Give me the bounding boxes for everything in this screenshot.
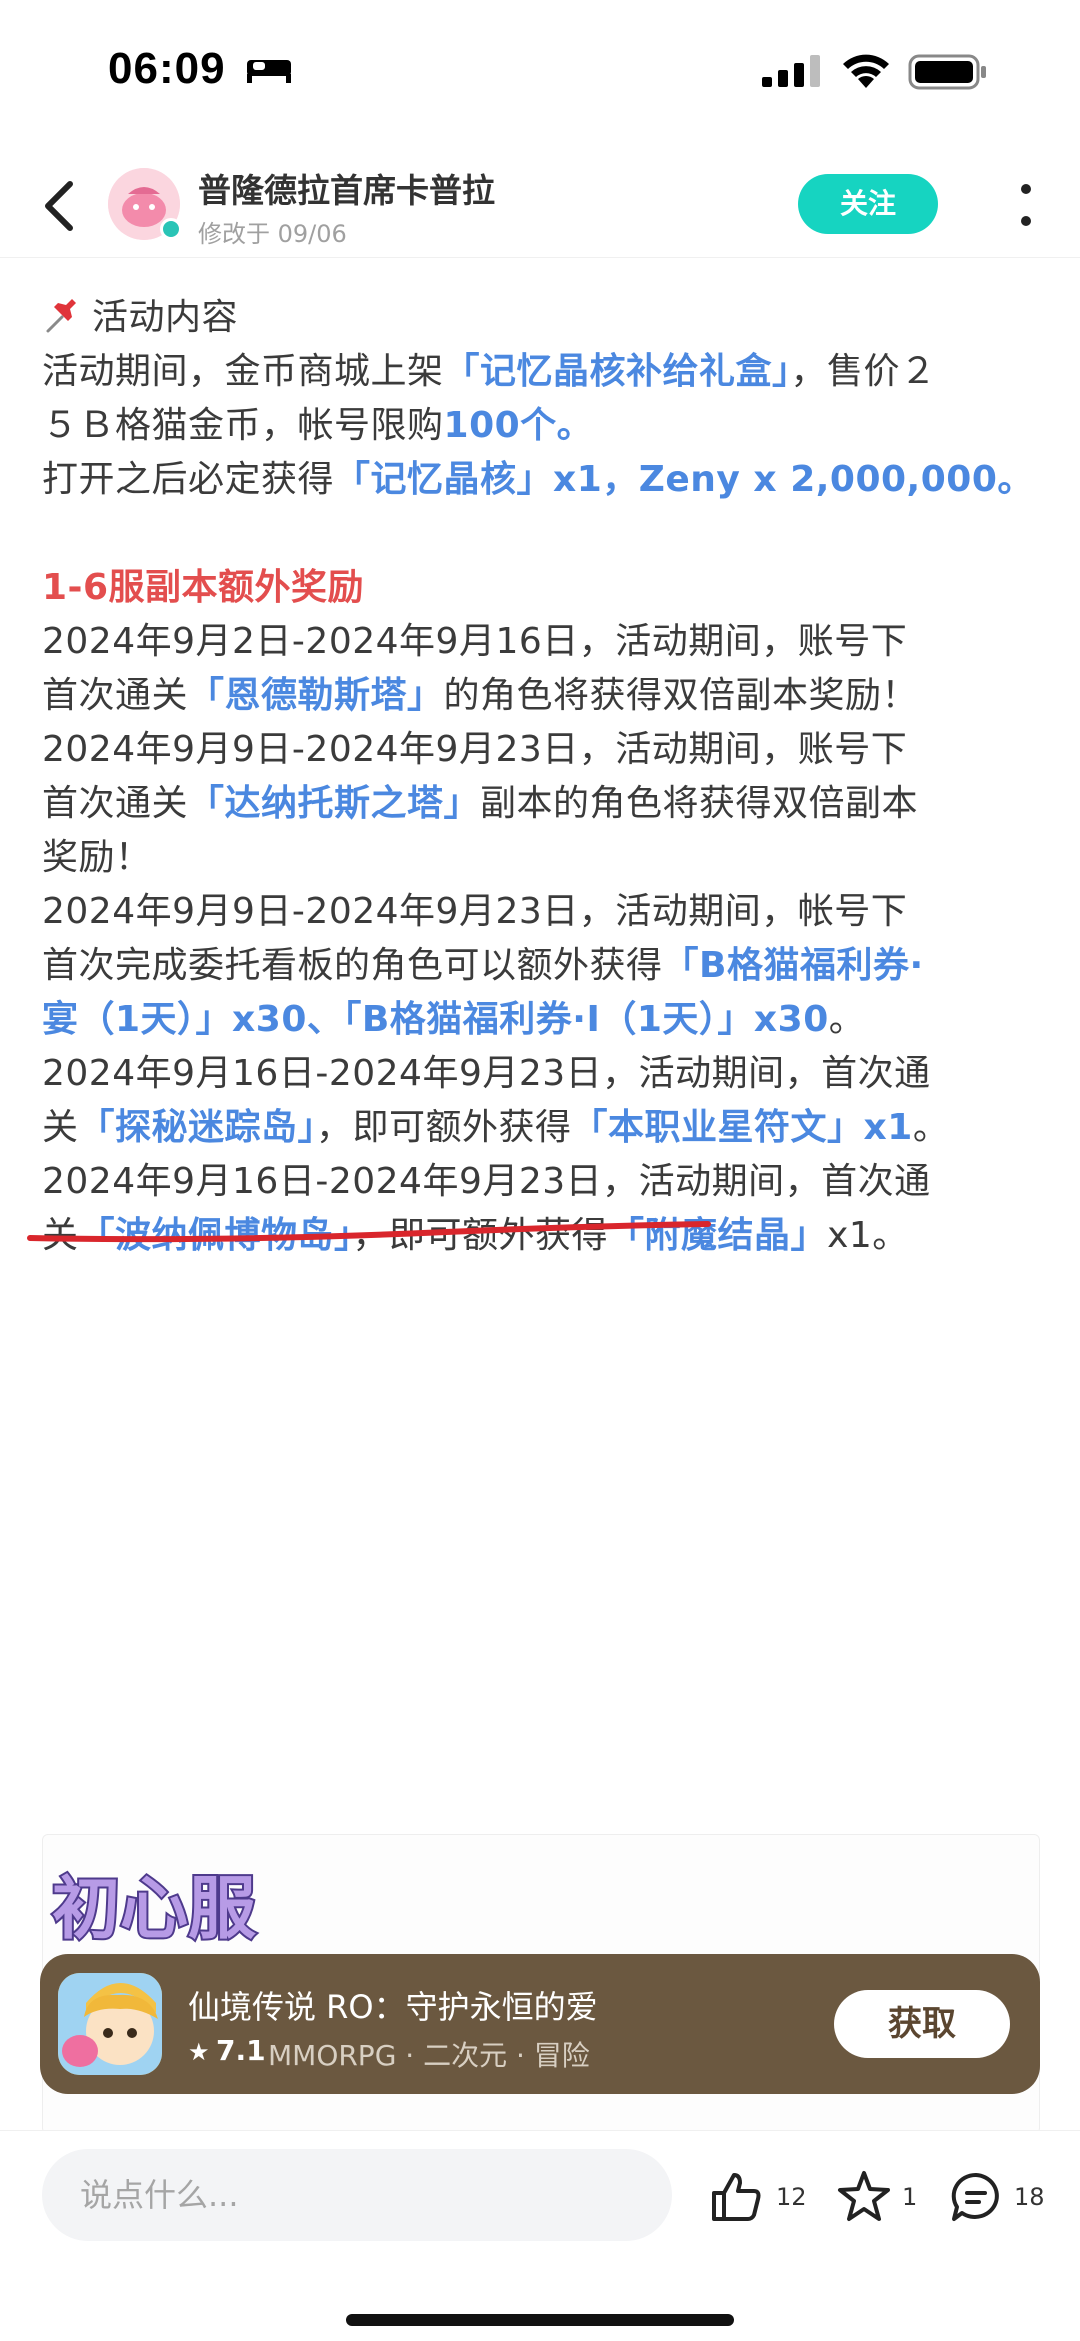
favorite-count: 1 bbox=[902, 2183, 918, 2211]
highlight-text: 100个。 bbox=[443, 405, 594, 446]
star-rating-icon: ★ bbox=[188, 2038, 210, 2066]
text-span: 关 bbox=[42, 1107, 79, 1148]
verified-badge-icon bbox=[160, 218, 182, 240]
paragraph-line: 2024年9月16日-2024年9月23日，活动期间，首次通 bbox=[42, 1053, 931, 1094]
author-avatar[interactable] bbox=[108, 168, 182, 240]
text-span: 副本的角色将获得双倍副本 bbox=[480, 783, 919, 824]
like-count: 12 bbox=[776, 2183, 807, 2211]
game-app-icon bbox=[58, 1973, 162, 2075]
banner-logo-art: 初心服 bbox=[50, 1868, 258, 1950]
home-indicator[interactable] bbox=[346, 2314, 734, 2326]
red-underline-annotation bbox=[27, 1221, 711, 1243]
wifi-icon bbox=[843, 54, 889, 88]
modified-date: 修改于 09/06 bbox=[198, 220, 347, 248]
paragraph-line: ５Ｂ格猫金币，帐号限购100个。 bbox=[42, 400, 593, 452]
paragraph-line: 奖励！ bbox=[42, 837, 152, 878]
item-link[interactable]: 宴（1天）」x30、「B格猫福利券·I（1天）」x30 bbox=[42, 999, 829, 1040]
paragraph-line: 2024年9月2日-2024年9月16日，活动期间，账号下 bbox=[42, 621, 908, 662]
get-app-button[interactable]: 获取 bbox=[834, 1990, 1010, 2058]
section-heading: 活动内容 bbox=[42, 292, 238, 344]
pushpin-icon bbox=[46, 299, 76, 333]
game-app-rating: 7.1 bbox=[216, 2034, 266, 2067]
text-span: 打开之后必定获得 bbox=[42, 459, 335, 500]
more-options-icon[interactable] bbox=[1014, 182, 1038, 228]
text-span: 首次通关 bbox=[42, 783, 189, 824]
comment-count: 18 bbox=[1014, 2183, 1045, 2211]
back-arrow-icon[interactable] bbox=[36, 176, 84, 236]
paragraph-line: 首次通关「达纳托斯之塔」副本的角色将获得双倍副本 bbox=[42, 778, 918, 830]
game-app-tags: MMORPG · 二次元 · 冒险 bbox=[268, 2039, 590, 2072]
paragraph-line: 活动期间，金币商城上架「记忆晶核补给礼盒」，售价２ bbox=[42, 346, 937, 398]
paragraph-line: 关「探秘迷踪岛」，即可额外获得「本职业星符文」x1。 bbox=[42, 1102, 949, 1154]
dungeon-link[interactable]: 「探秘迷踪岛」 bbox=[79, 1107, 317, 1148]
section-title: 活动内容 bbox=[92, 297, 239, 338]
thumbs-up-icon bbox=[712, 2173, 761, 2221]
paragraph-line: 宴（1天）」x30、「B格猫福利券·I（1天）」x30。 bbox=[42, 994, 865, 1046]
text-span: 首次完成委托看板的角色可以额外获得 bbox=[42, 945, 663, 986]
status-time: 06:09 bbox=[108, 44, 226, 93]
banner-art-text: 初心服 bbox=[52, 1870, 256, 1949]
sleep-mode-icon bbox=[247, 60, 291, 83]
paragraph-line: 首次通关「恩德勒斯塔」的角色将获得双倍副本奖励！ bbox=[42, 670, 918, 722]
item-link[interactable]: 「记忆晶核补给礼盒」 bbox=[444, 351, 791, 392]
comment-button[interactable]: 18 bbox=[948, 2169, 1048, 2225]
follow-button[interactable]: 关注 bbox=[798, 174, 938, 234]
cellular-signal-icon bbox=[762, 55, 820, 87]
battery-icon bbox=[908, 54, 986, 90]
dungeon-link[interactable]: 「达纳托斯之塔」 bbox=[188, 783, 480, 824]
comment-input[interactable] bbox=[42, 2149, 672, 2241]
post-header: 普隆德拉首席卡普拉 修改于 09/06 关注 bbox=[0, 150, 1080, 258]
text-span: 首次通关 bbox=[42, 675, 189, 716]
item-link[interactable]: 「B格猫福利券· bbox=[663, 945, 924, 986]
status-bar: 06:09 bbox=[0, 0, 1080, 150]
game-app-card[interactable]: 仙境传说 RO：守护永恒的爱 ★ 7.1 MMORPG · 二次元 · 冒险 获… bbox=[40, 1954, 1040, 2094]
text-span: 的角色将获得双倍副本奖励！ bbox=[443, 675, 919, 716]
text-span: 活动期间，金币商城上架 bbox=[42, 351, 444, 392]
game-app-name: 仙境传说 RO：守护永恒的爱 bbox=[188, 1988, 598, 2026]
paragraph-line: 2024年9月9日-2024年9月23日，活动期间，账号下 bbox=[42, 729, 908, 770]
paragraph-line: 打开之后必定获得「记忆晶核」x1，Zeny x 2,000,000。 bbox=[42, 454, 1034, 506]
text-span: 。 bbox=[828, 999, 866, 1040]
dungeon-link[interactable]: 「恩德勒斯塔」 bbox=[188, 675, 444, 716]
item-link[interactable]: 「本职业星符文」x1 bbox=[572, 1107, 913, 1148]
text-span: ，即可额外获得 bbox=[316, 1107, 572, 1148]
text-span: 。 bbox=[912, 1107, 950, 1148]
paragraph-line: 首次完成委托看板的角色可以额外获得「B格猫福利券· bbox=[42, 940, 924, 992]
favorite-button[interactable]: 1 bbox=[836, 2169, 918, 2225]
comment-bubble-icon bbox=[951, 2172, 999, 2221]
item-link[interactable]: 「记忆晶核」x1，Zeny x 2,000,000。 bbox=[334, 459, 1034, 500]
author-name[interactable]: 普隆德拉首席卡普拉 bbox=[198, 164, 495, 212]
text-span: ５Ｂ格猫金币，帐号限购 bbox=[42, 405, 444, 446]
text-span: ，售价２ bbox=[790, 351, 937, 392]
bonus-section-title: 1-6服副本额外奖励 bbox=[42, 567, 365, 608]
text-span: x1。 bbox=[827, 1215, 909, 1256]
like-button[interactable]: 12 bbox=[708, 2169, 807, 2225]
bottom-action-bar: 12 1 18 bbox=[0, 2130, 1080, 2341]
paragraph-line: 2024年9月16日-2024年9月23日，活动期间，首次通 bbox=[42, 1161, 931, 1202]
star-icon bbox=[838, 2171, 890, 2221]
paragraph-line: 2024年9月9日-2024年9月23日，活动期间，帐号下 bbox=[42, 891, 908, 932]
